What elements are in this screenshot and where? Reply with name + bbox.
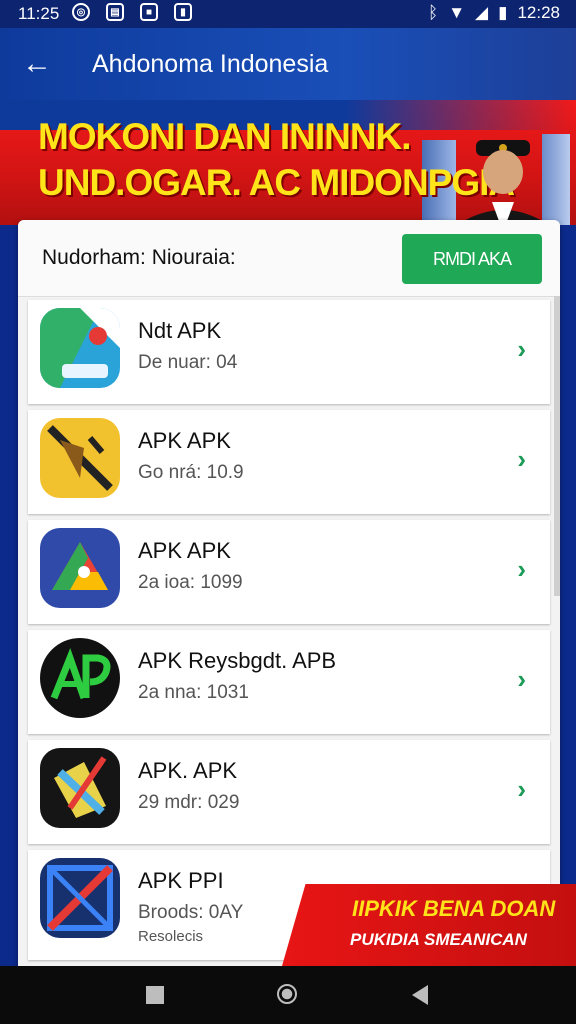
chevron-right-icon: ›	[517, 554, 526, 584]
notification-icon: ◎	[72, 3, 90, 21]
app-name: APK. APK	[138, 758, 238, 783]
ad-headline: IIPKIK BENA DOAN	[352, 896, 556, 921]
status-bar: 11:25 ◎ ▤ ■ ▮ ᛒ ▼ ◢ ▮ 12:28	[0, 0, 576, 28]
chevron-right-icon: ›	[517, 664, 526, 694]
app-name: APK APK	[138, 428, 231, 453]
back-icon[interactable]	[412, 985, 428, 1005]
scrollbar[interactable]	[554, 296, 560, 596]
wifi-icon: ▼	[448, 3, 466, 22]
app-notification-icon: ■	[140, 3, 158, 21]
app-name: APK PPI	[138, 868, 224, 893]
chevron-right-icon: ›	[517, 334, 526, 364]
app-name: Ndt APK	[138, 318, 222, 343]
battery-icon: ▮	[498, 3, 508, 22]
bluetooth-icon: ᛒ	[427, 3, 439, 22]
signal-icon: ◢	[475, 3, 489, 22]
app-meta: Broods: 0AY	[138, 902, 244, 923]
card-header: Nudorham: Niouraia: RMDI AKA	[18, 220, 560, 297]
install-button[interactable]: RMDI AKA	[402, 234, 542, 284]
app-meta: 2a ioa: 1099	[138, 572, 243, 593]
message-icon: ▤	[106, 3, 124, 21]
navigation-bar	[0, 966, 576, 1024]
list-item[interactable]: APK Reysbgdt. APB 2a nna: 1031 ›	[28, 630, 550, 734]
banner-subheadline: UND.OGAR. AC MIDONPGIA	[38, 162, 515, 203]
home-icon[interactable]	[277, 984, 297, 1004]
blue-tool-icon	[40, 858, 120, 938]
banner-headline: MOKONI DAN ININNK.	[38, 116, 412, 157]
maps-like-icon	[40, 308, 120, 388]
chevron-right-icon: ›	[517, 774, 526, 804]
status-time: 11:25	[18, 4, 60, 23]
app-bar: ← Ahdonoma Indonesia	[0, 28, 576, 104]
app-name: APK Reysbgdt. APB	[138, 648, 337, 673]
app-meta: Go nrá: 10.9	[138, 462, 244, 483]
promo-banner[interactable]: MOKONI DAN ININNK. UND.OGAR. AC MIDONPGI…	[0, 100, 576, 225]
ap-logo-icon	[40, 638, 120, 718]
ad-banner[interactable]: IIPKIK BENA DOAN PUKIDIA SMEANICAN	[282, 884, 576, 966]
app-list-card: Nudorham: Niouraia: RMDI AKA Ndt APK De …	[18, 220, 560, 980]
list-item[interactable]: APK APK Go nrá: 10.9 ›	[28, 410, 550, 514]
app-name: APK APK	[138, 538, 231, 563]
back-arrow-icon[interactable]: ←	[22, 48, 56, 82]
chevron-right-icon: ›	[517, 444, 526, 474]
list-item[interactable]: APK. APK 29 mdr: 029 ›	[28, 740, 550, 844]
app-meta-secondary: Resolecis	[138, 928, 204, 945]
page-title: Ahdonoma Indonesia	[92, 50, 329, 78]
ad-subheadline: PUKIDIA SMEANICAN	[350, 930, 527, 949]
drive-like-icon	[40, 528, 120, 608]
app-meta: 2a nna: 1031	[138, 682, 249, 703]
download-notification-icon: ▮	[174, 3, 192, 21]
app-meta: De nuar: 04	[138, 352, 238, 373]
officer-figure-icon	[461, 140, 545, 225]
app-meta: 29 mdr: 029	[138, 792, 240, 813]
pen-tool-icon	[40, 748, 120, 828]
status-time-right: 12:28	[517, 3, 560, 22]
list-item[interactable]: Ndt APK De nuar: 04 ›	[28, 300, 550, 404]
card-label: Nudorham: Niouraia:	[42, 246, 236, 269]
list-item[interactable]: APK APK 2a ioa: 1099 ›	[28, 520, 550, 624]
recents-icon[interactable]	[146, 986, 164, 1004]
tools-icon	[40, 418, 120, 498]
